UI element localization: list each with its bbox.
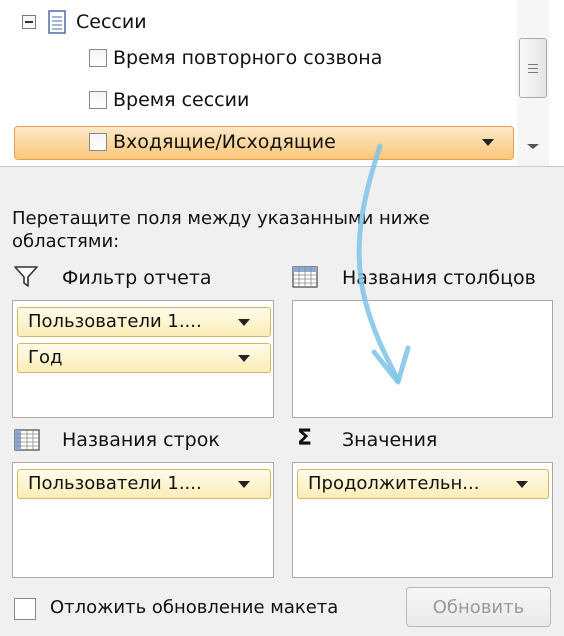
scroll-down-icon[interactable]: [527, 144, 539, 149]
filter-chip[interactable]: Пользователи 1....: [17, 307, 271, 337]
chevron-down-icon[interactable]: [238, 481, 250, 488]
field-label: Входящие/Исходящие: [113, 131, 336, 153]
columns-area-title: Названия столбцов: [342, 267, 536, 289]
chevron-down-icon[interactable]: [516, 481, 528, 488]
filter-drop-area[interactable]: Пользователи 1.... Год: [12, 300, 274, 418]
table-icon: [48, 10, 66, 34]
value-chip[interactable]: Продолжительн...: [297, 469, 549, 499]
pivot-field-list: Сессии Время повторного созвона Время се…: [0, 0, 564, 167]
columns-drop-area[interactable]: [292, 300, 553, 418]
filter-icon: [14, 266, 38, 287]
field-item[interactable]: Время сессии: [89, 89, 249, 111]
rows-drop-area[interactable]: Пользователи 1....: [12, 462, 274, 578]
chevron-down-icon[interactable]: [482, 139, 494, 146]
values-area-title: Значения: [342, 429, 438, 451]
field-label: Время сессии: [113, 89, 250, 111]
update-button[interactable]: Обновить: [406, 587, 551, 627]
field-checkbox[interactable]: [89, 133, 107, 151]
sigma-icon: Σ: [297, 426, 313, 451]
table-node-label: Сессии: [76, 11, 147, 33]
defer-update-checkbox[interactable]: [14, 598, 36, 620]
field-item-selected-content: Входящие/Исходящие: [89, 131, 336, 153]
table-node-sessions[interactable]: Сессии: [22, 10, 147, 34]
chevron-down-icon[interactable]: [238, 319, 250, 326]
column-grid-icon: [292, 266, 318, 288]
chevron-down-icon[interactable]: [238, 355, 250, 362]
scrollbar-thumb[interactable]: [519, 38, 547, 98]
drag-instruction: Перетащите поля между указанными ниже об…: [12, 208, 430, 252]
field-item[interactable]: Время повторного созвона: [89, 47, 382, 69]
collapse-icon[interactable]: [22, 15, 36, 29]
chip-label: Пользователи 1....: [28, 473, 202, 494]
field-checkbox[interactable]: [89, 91, 107, 109]
field-label: Время повторного созвона: [113, 47, 383, 69]
chip-label: Год: [28, 347, 63, 368]
values-drop-area[interactable]: Продолжительн...: [292, 462, 553, 578]
filter-area-title: Фильтр отчета: [62, 267, 212, 289]
row-chip[interactable]: Пользователи 1....: [17, 469, 271, 499]
row-grid-icon: [14, 429, 40, 451]
defer-update-label: Отложить обновление макета: [50, 597, 339, 618]
rows-area-title: Названия строк: [62, 429, 220, 451]
field-checkbox[interactable]: [89, 49, 107, 67]
chip-label: Пользователи 1....: [28, 311, 202, 332]
chip-label: Продолжительн...: [308, 473, 480, 494]
filter-chip[interactable]: Год: [17, 343, 271, 373]
